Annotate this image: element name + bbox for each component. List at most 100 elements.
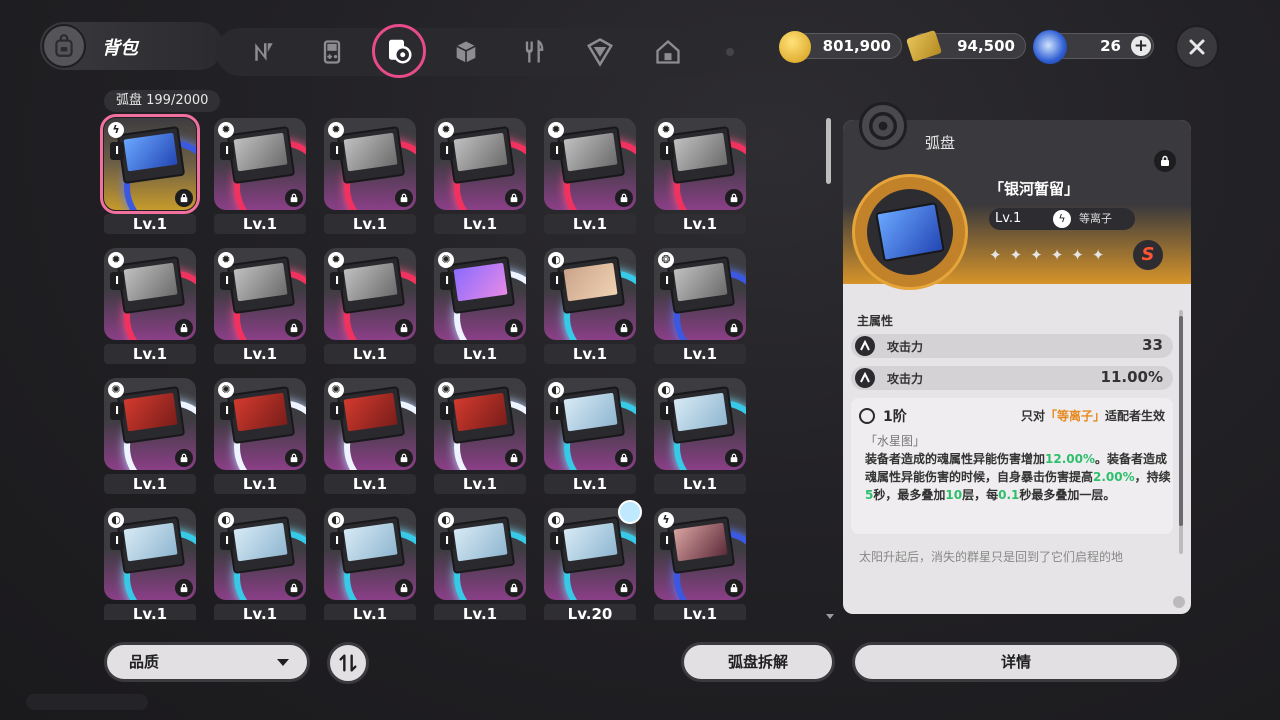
lock-icon[interactable] — [175, 189, 193, 207]
dismantle-button[interactable]: 弧盘拆解 — [681, 642, 835, 682]
inventory-item[interactable]: ϟ I Lv.1 — [650, 504, 750, 620]
lock-icon[interactable] — [725, 189, 743, 207]
tier-tag: I — [550, 532, 564, 550]
item-lock-button[interactable] — [1154, 150, 1176, 172]
lock-icon[interactable] — [725, 449, 743, 467]
item-card: ◐ I — [104, 508, 196, 600]
inventory-item[interactable]: ◐ I Lv.1 — [540, 244, 640, 372]
item-card: ✹ I — [104, 248, 196, 340]
close-button[interactable] — [1175, 25, 1219, 69]
inventory-item[interactable]: ✺ I Lv.1 — [430, 374, 530, 502]
tab-box[interactable] — [580, 32, 620, 72]
element-icon: ✹ — [548, 122, 564, 138]
currency-ticket[interactable]: 94,500 — [906, 29, 1026, 63]
inventory-item[interactable]: ✹ I Lv.1 — [210, 244, 310, 372]
tab-disc-drive[interactable] — [372, 24, 426, 78]
lock-icon[interactable] — [285, 449, 303, 467]
inventory-item[interactable]: ϟ I Lv.1 — [100, 114, 200, 242]
item-card: ✺ I — [324, 378, 416, 470]
currency-gold[interactable]: 801,900 — [779, 31, 902, 63]
attack-icon — [855, 336, 875, 356]
lock-icon[interactable] — [395, 449, 413, 467]
inventory-item[interactable]: ◐ I Lv.20 — [540, 500, 642, 620]
sort-order-button[interactable] — [327, 642, 369, 684]
element-icon: ◐ — [548, 252, 564, 268]
item-card: ❂ I — [654, 248, 746, 340]
lock-icon[interactable] — [285, 189, 303, 207]
tab-cube[interactable] — [446, 32, 486, 72]
lock-icon[interactable] — [615, 579, 633, 597]
item-level: Lv.1 — [434, 604, 526, 620]
inventory-item[interactable]: ✹ I Lv.1 — [100, 244, 200, 372]
inventory-item[interactable]: ◐ I Lv.1 — [100, 504, 200, 620]
lock-icon[interactable] — [505, 189, 523, 207]
item-level: Lv.1 — [214, 214, 306, 234]
lock-icon[interactable] — [175, 579, 193, 597]
tab-n-logo[interactable] — [244, 32, 284, 72]
inventory-item[interactable]: ✺ I Lv.1 — [320, 374, 420, 502]
item-medal — [852, 174, 968, 290]
tab-home[interactable] — [648, 32, 688, 72]
inventory-item[interactable]: ✹ I Lv.1 — [540, 114, 640, 242]
lock-icon[interactable] — [285, 319, 303, 337]
lock-icon[interactable] — [615, 449, 633, 467]
inventory-item[interactable]: ✹ I Lv.1 — [320, 244, 420, 372]
currency-crystal[interactable]: 26 + — [1033, 30, 1154, 64]
inventory-item[interactable]: ◐ I Lv.1 — [320, 504, 420, 620]
stat-row: 攻击力 33 — [851, 334, 1173, 358]
item-card: ✹ I — [214, 248, 306, 340]
inventory-item[interactable]: ✺ I Lv.1 — [100, 374, 200, 502]
lock-icon[interactable] — [395, 579, 413, 597]
inventory-item[interactable]: ◐ I Lv.1 — [650, 374, 750, 502]
tier-tag: I — [220, 272, 234, 290]
disc-art — [556, 125, 626, 185]
tab-gameboy[interactable] — [312, 32, 352, 72]
inventory-item[interactable]: ◐ I Lv.1 — [210, 504, 310, 620]
item-level: Lv.1 — [544, 344, 636, 364]
item-level: Lv.1 — [324, 604, 416, 620]
element-icon: ✹ — [218, 122, 234, 138]
set-effect-box: 1阶 只对「等离子」适配者生效 「水星图」 装备者造成的魂属性异能伤害增加12.… — [851, 398, 1173, 534]
inventory-item[interactable]: ❂ I Lv.1 — [650, 244, 750, 372]
ticket-value: 94,500 — [957, 37, 1015, 55]
disc-art — [336, 385, 406, 445]
inventory-item[interactable]: ✹ I Lv.1 — [650, 114, 750, 242]
inventory-item[interactable]: ◐ I Lv.1 — [540, 374, 640, 502]
lock-icon[interactable] — [395, 319, 413, 337]
inventory-item[interactable]: ◐ I Lv.1 — [430, 504, 530, 620]
lock-icon[interactable] — [725, 319, 743, 337]
element-icon: ◐ — [218, 512, 234, 528]
lock-icon[interactable] — [175, 449, 193, 467]
page-title: 背包 — [102, 38, 138, 59]
item-level: Lv.1 — [324, 344, 416, 364]
details-button[interactable]: 详情 — [852, 642, 1180, 682]
lock-icon[interactable] — [725, 579, 743, 597]
item-card: ✺ I — [214, 378, 306, 470]
disc-art — [446, 255, 516, 315]
item-level: Lv.1 — [654, 344, 746, 364]
box-icon — [587, 38, 613, 67]
lock-icon[interactable] — [395, 189, 413, 207]
panel-scrollbar[interactable] — [1179, 316, 1183, 526]
quality-filter-dropdown[interactable]: 品质 — [104, 642, 310, 682]
lock-icon[interactable] — [615, 319, 633, 337]
inventory-item[interactable]: ✹ I Lv.1 — [210, 114, 310, 242]
inventory-item[interactable]: ✹ I Lv.1 — [430, 114, 530, 242]
grid-scrollbar[interactable] — [826, 118, 831, 184]
inventory-item[interactable]: ✹ I Lv.1 — [320, 114, 420, 242]
lock-icon[interactable] — [615, 189, 633, 207]
disc-art — [556, 255, 626, 315]
add-crystal-button[interactable]: + — [1131, 36, 1151, 56]
item-level: Lv.1 — [214, 474, 306, 494]
gameboy-icon — [323, 40, 341, 64]
lock-icon[interactable] — [505, 579, 523, 597]
lock-icon[interactable] — [285, 579, 303, 597]
lock-icon[interactable] — [505, 449, 523, 467]
inventory-item[interactable]: ✺ I Lv.1 — [210, 374, 310, 502]
tab-food[interactable] — [514, 32, 554, 72]
inventory-item[interactable]: ✺ I Lv.1 — [430, 244, 530, 372]
inventory-count: 弧盘 199/2000 — [104, 90, 221, 112]
lock-icon[interactable] — [175, 319, 193, 337]
scroll-down-arrow[interactable] — [826, 614, 834, 619]
lock-icon[interactable] — [505, 319, 523, 337]
